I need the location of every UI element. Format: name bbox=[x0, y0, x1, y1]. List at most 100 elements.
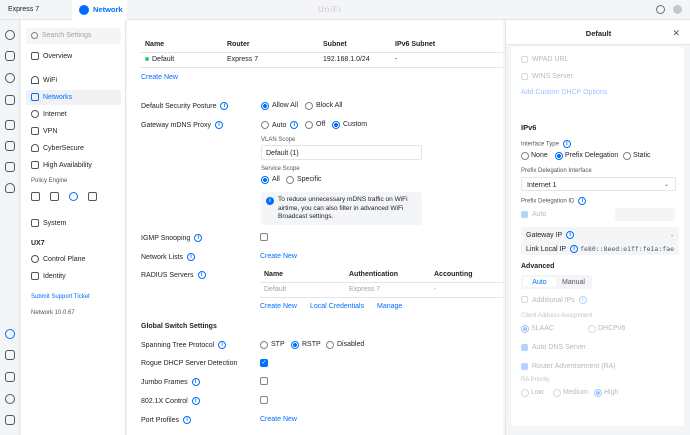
policy-settings-icon[interactable] bbox=[69, 192, 78, 201]
service-scope-label: Service Scope bbox=[261, 166, 300, 172]
advanced-mode-toggle: Auto Manual bbox=[521, 275, 592, 289]
nav-item-wifi[interactable]: WiFi bbox=[26, 73, 121, 88]
vlan-scope-select[interactable]: Default (1) bbox=[261, 145, 422, 160]
tools-icon[interactable] bbox=[5, 372, 15, 382]
nav-item-control-plane[interactable]: Control Plane bbox=[26, 252, 121, 267]
divider bbox=[141, 52, 503, 53]
devices-icon[interactable] bbox=[5, 73, 15, 83]
info-icon[interactable]: i bbox=[562, 140, 571, 148]
tab-network[interactable]: Network bbox=[72, 0, 127, 20]
policy-table-icon[interactable] bbox=[88, 192, 97, 201]
info-icon[interactable]: i bbox=[578, 296, 587, 304]
info-icon[interactable]: i bbox=[570, 244, 579, 253]
ipv6-heading: IPv6 bbox=[521, 123, 537, 132]
search-icon bbox=[31, 32, 38, 39]
alarms-icon[interactable] bbox=[5, 162, 15, 172]
advanced-tab-auto[interactable]: Auto bbox=[523, 277, 556, 287]
cybersecure-icon bbox=[31, 144, 39, 152]
logs-icon[interactable] bbox=[5, 350, 15, 360]
nav-item-cybersecure[interactable]: CyberSecure bbox=[26, 141, 121, 156]
nav-item-vpn[interactable]: VPN bbox=[26, 124, 121, 139]
close-icon[interactable]: ✕ bbox=[672, 28, 680, 39]
ra-priority-medium[interactable]: Medium bbox=[553, 388, 588, 397]
router-adv-checkbox[interactable] bbox=[521, 363, 528, 370]
link-local-row: Link Local IP i fe80::8eed:e1ff:fe1a:fae bbox=[521, 241, 679, 255]
topology-icon[interactable] bbox=[5, 51, 15, 61]
settings-gear-icon[interactable] bbox=[5, 329, 15, 339]
pd-interface-select[interactable]: Internet 1 ⌄ bbox=[521, 177, 676, 191]
high-availability-icon bbox=[31, 161, 39, 169]
flows-icon[interactable] bbox=[5, 120, 15, 130]
info-icon[interactable]: i bbox=[578, 197, 587, 205]
network-detail-panel: Default ✕ WPAD URL WINS Server Add Custo… bbox=[505, 20, 690, 435]
pd-interface-label: Prefix Delegation Interface bbox=[521, 168, 592, 174]
insights-icon[interactable] bbox=[5, 141, 15, 151]
service-scope-specific[interactable]: Specific bbox=[286, 175, 322, 184]
service-scope-all[interactable]: All bbox=[261, 175, 280, 184]
network-name: Default bbox=[152, 56, 175, 63]
help-icon[interactable] bbox=[5, 394, 15, 404]
router-adv-label: Router Advertisement (RA) bbox=[532, 363, 616, 370]
notifications-icon[interactable] bbox=[5, 415, 15, 425]
col-name: Name bbox=[145, 41, 165, 48]
nav-item-high-availability[interactable]: High Availability bbox=[26, 158, 121, 173]
posture-allow-all[interactable]: Allow All bbox=[261, 101, 298, 110]
theme-icon[interactable] bbox=[656, 5, 665, 14]
wins-checkbox[interactable] bbox=[521, 73, 528, 80]
pd-id-label: Prefix Delegation ID i bbox=[521, 197, 587, 205]
policy-firewall-icon[interactable] bbox=[31, 192, 40, 201]
client-assignment-label: Client Address Assignment bbox=[521, 313, 593, 319]
pd-id-input bbox=[615, 208, 675, 221]
additional-ips-checkbox[interactable] bbox=[521, 296, 528, 303]
create-network-button[interactable]: Create New bbox=[141, 74, 178, 81]
nav-item-networks[interactable]: Networks bbox=[26, 90, 121, 105]
mdns-label: Gateway mDNS Proxy i bbox=[141, 121, 224, 129]
brand-logo: UniFi bbox=[318, 5, 342, 14]
clients-icon[interactable] bbox=[5, 95, 15, 105]
mdns-off[interactable]: Off bbox=[305, 120, 325, 129]
policy-routing-icon[interactable] bbox=[50, 192, 59, 201]
network-ipv6: - bbox=[395, 56, 398, 63]
device-name[interactable]: Express 7 bbox=[0, 0, 70, 20]
interface-type-static[interactable]: Static bbox=[623, 151, 651, 160]
col-ipv6-subnet: IPv6 Subnet bbox=[395, 41, 436, 48]
nav-item-system[interactable]: System bbox=[26, 216, 121, 231]
info-icon[interactable]: i bbox=[566, 230, 575, 239]
assignment-dhcpv6[interactable]: DHCPv6 bbox=[588, 324, 625, 333]
ux7-heading: UX7 bbox=[31, 240, 45, 247]
interface-type-prefix-delegation[interactable]: Prefix Delegation bbox=[555, 151, 618, 160]
avatar[interactable] bbox=[673, 5, 682, 14]
info-icon[interactable]: i bbox=[215, 121, 224, 129]
wpad-checkbox[interactable] bbox=[521, 56, 528, 63]
nav-item-identity[interactable]: Identity bbox=[26, 269, 121, 284]
networks-icon bbox=[31, 93, 39, 101]
nav-item-internet[interactable]: Internet bbox=[26, 107, 121, 122]
ra-priority-high[interactable]: High bbox=[594, 388, 618, 397]
mdns-auto[interactable]: Auto i bbox=[261, 120, 299, 129]
add-dhcp-options-link[interactable]: Add Custom DHCP Options bbox=[521, 89, 607, 96]
shield-icon[interactable] bbox=[5, 183, 15, 193]
network-router: Express 7 bbox=[227, 56, 259, 63]
security-posture-label: Default Security Posture i bbox=[141, 102, 229, 110]
ra-priority-low[interactable]: Low bbox=[521, 388, 544, 397]
auto-dns-checkbox[interactable] bbox=[521, 344, 528, 351]
info-icon[interactable]: i bbox=[290, 121, 299, 129]
panel-title: Default bbox=[585, 29, 612, 38]
support-ticket-link[interactable]: Submit Support Ticket bbox=[31, 294, 90, 300]
col-subnet: Subnet bbox=[323, 41, 347, 48]
pd-id-auto-checkbox[interactable] bbox=[521, 211, 528, 218]
nav-item-overview[interactable]: Overview bbox=[26, 49, 121, 64]
search-input[interactable]: Search Settings bbox=[26, 28, 121, 44]
network-app-icon bbox=[79, 5, 89, 16]
additional-ips-label: Additional IPs i bbox=[532, 296, 587, 304]
mdns-custom[interactable]: Custom bbox=[332, 120, 367, 129]
posture-block-all[interactable]: Block All bbox=[305, 101, 342, 110]
dashboard-icon[interactable] bbox=[5, 30, 15, 40]
advanced-tab-manual[interactable]: Manual bbox=[557, 277, 590, 287]
policy-engine-heading: Policy Engine bbox=[31, 178, 68, 184]
assignment-slaac[interactable]: SLAAC bbox=[521, 324, 554, 333]
ra-priority-label: RA Priority bbox=[521, 377, 550, 383]
info-icon[interactable]: i bbox=[220, 102, 229, 110]
settings-nav: Search Settings Overview WiFi Networks I… bbox=[21, 20, 126, 435]
interface-type-none[interactable]: None bbox=[521, 151, 548, 160]
